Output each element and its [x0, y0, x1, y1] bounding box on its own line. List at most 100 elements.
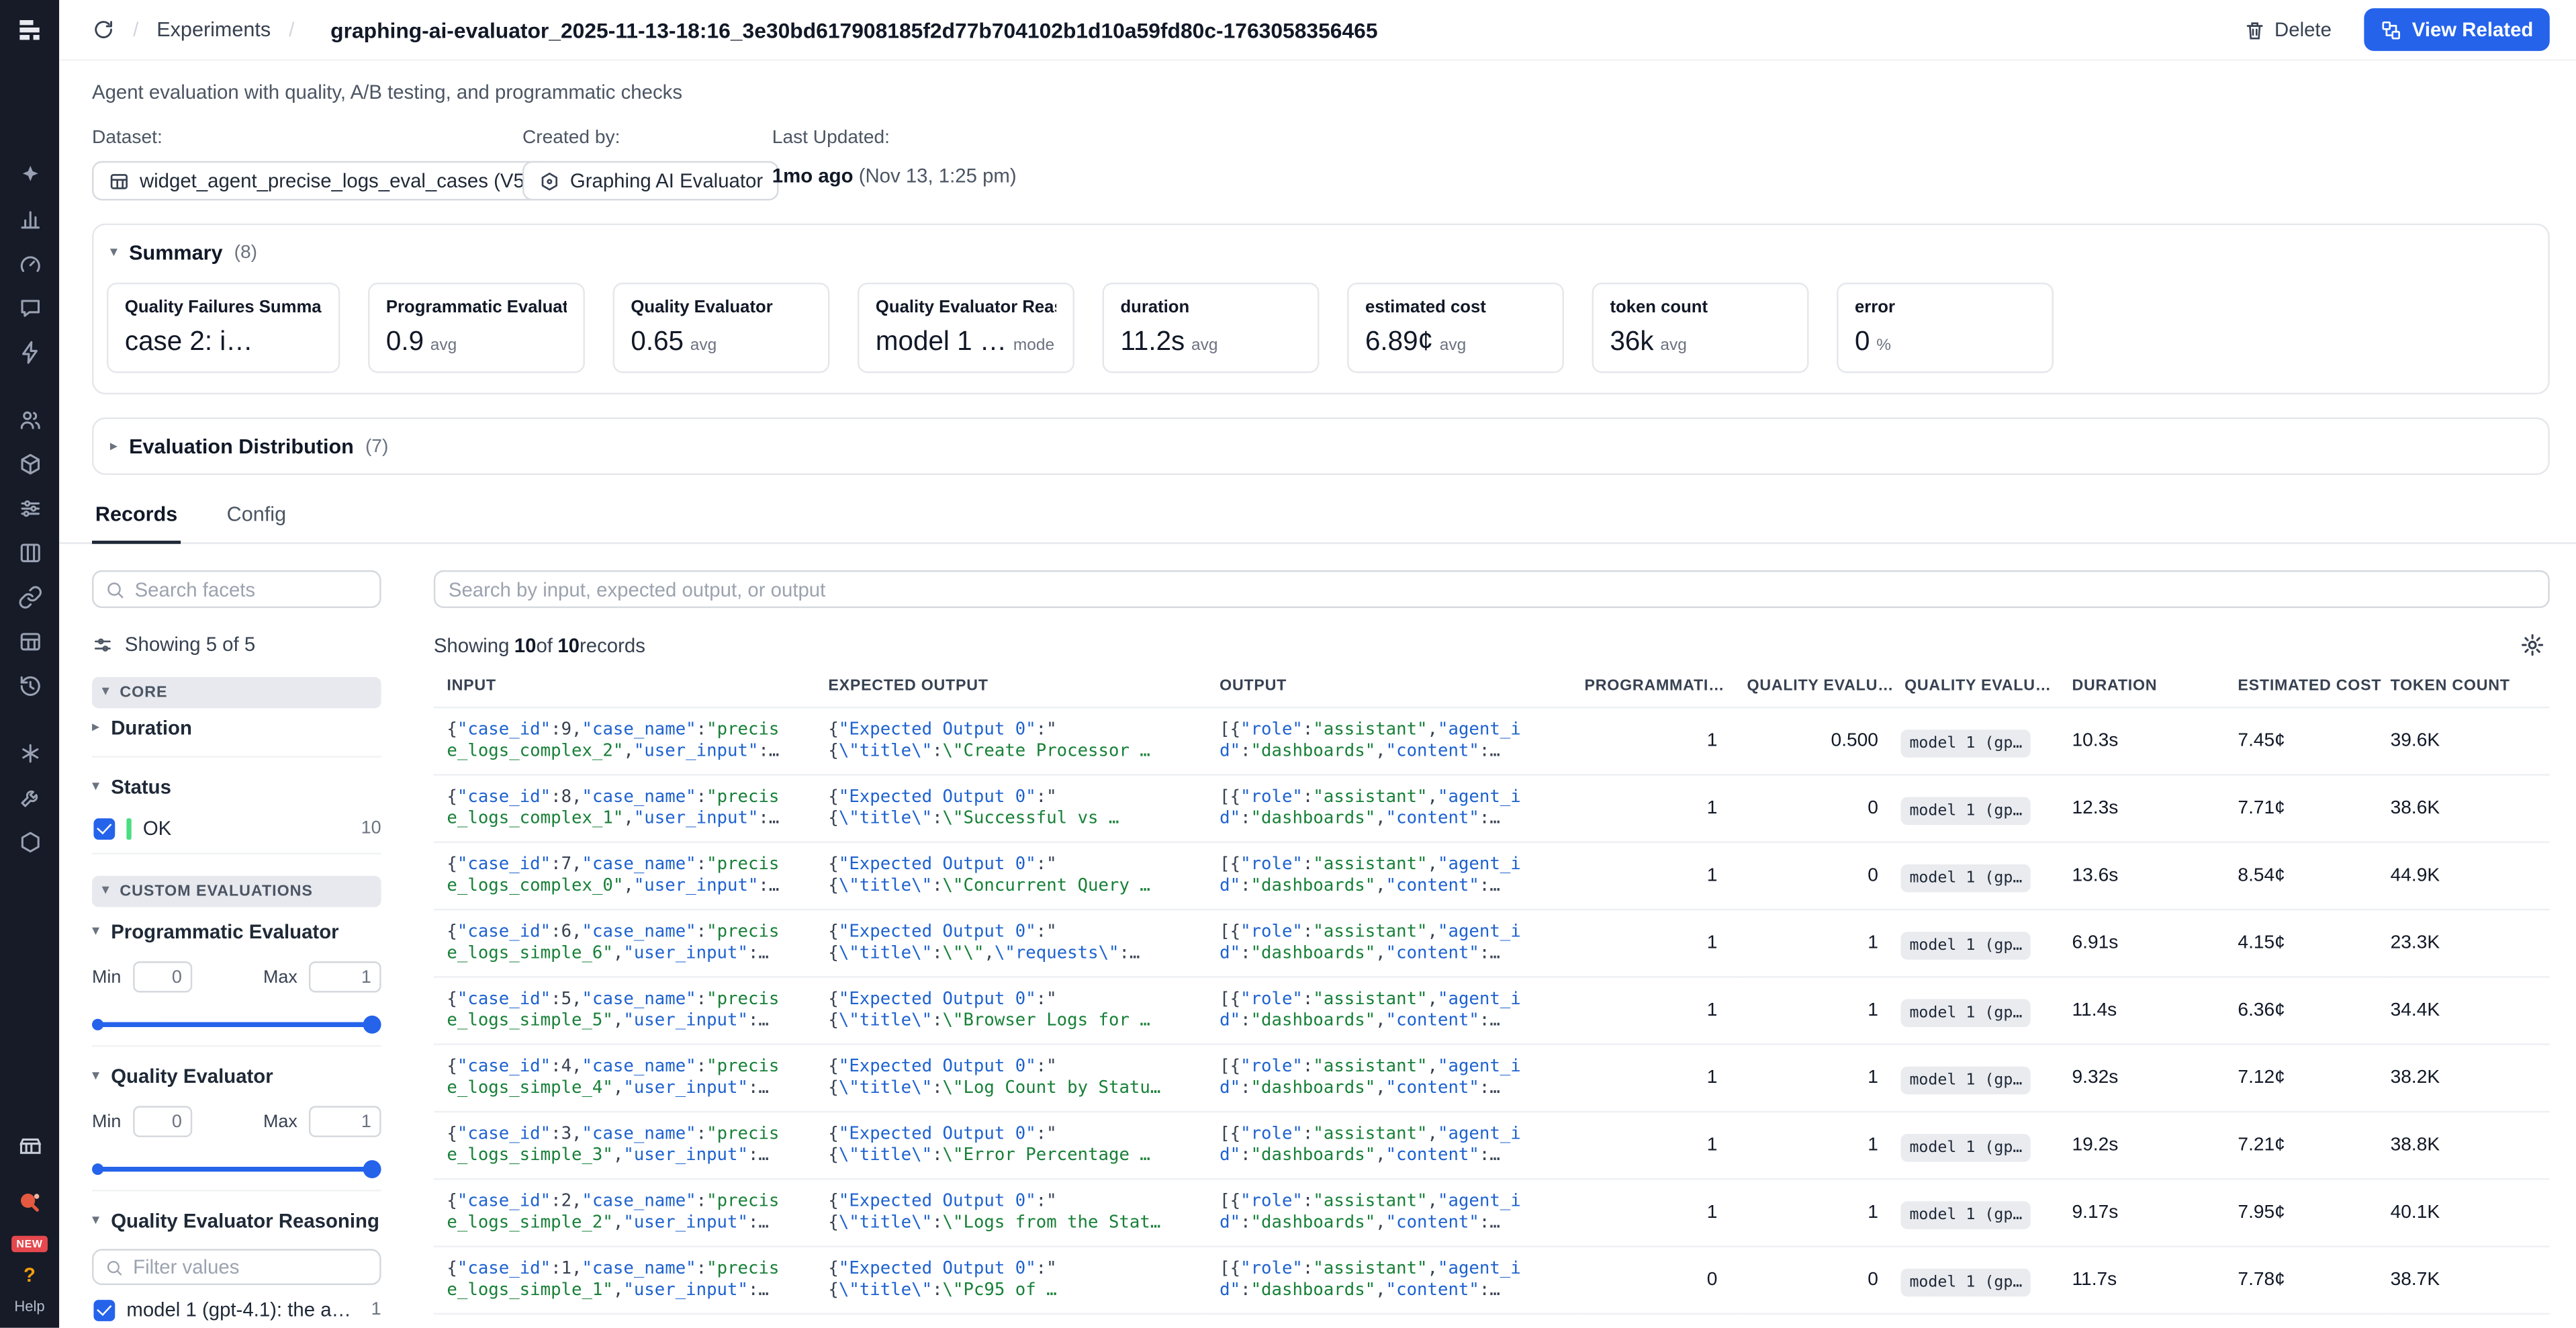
column-header-8[interactable]: ESTIMATED COST [2235, 670, 2387, 707]
gauge-icon[interactable] [0, 242, 59, 286]
slider-handle-max[interactable] [363, 1016, 381, 1034]
programmatic-min-input[interactable] [133, 961, 192, 992]
help-label[interactable]: Help [14, 1298, 44, 1315]
tab-config[interactable]: Config [224, 503, 289, 543]
help-icon[interactable]: ? [24, 1264, 36, 1286]
record-row[interactable]: {"case_id":1,"case_name":"precise_logs_s… [434, 1247, 2550, 1314]
users-icon[interactable] [0, 398, 59, 442]
column-header-1[interactable]: INPUT [434, 670, 815, 707]
reasoning-filter[interactable] [92, 1249, 381, 1285]
column-header-4[interactable]: PROGRAMMATI… [1581, 670, 1744, 707]
record-row[interactable]: {"case_id":2,"case_name":"precise_logs_s… [434, 1179, 2550, 1246]
cell-programmatic: 1 [1581, 1112, 1744, 1179]
snowflake-icon[interactable] [0, 732, 59, 776]
bolt-icon[interactable] [0, 330, 59, 375]
summary-card[interactable]: Programmatic Evaluator0.9avg [368, 283, 585, 373]
quality-max-input[interactable] [309, 1106, 381, 1137]
created-by-chip[interactable]: Graphing AI Evaluator [522, 161, 780, 201]
refresh-icon[interactable] [92, 18, 115, 41]
facet-section-core[interactable]: CORE [92, 677, 381, 708]
table-body: {"case_id":9,"case_name":"precise_logs_c… [434, 707, 2550, 1328]
record-row[interactable]: {"case_id":5,"case_name":"precise_logs_s… [434, 977, 2550, 1044]
record-row[interactable]: {"case_id":8,"case_name":"precise_logs_c… [434, 774, 2550, 842]
records-search-input[interactable] [447, 578, 2536, 601]
chevron-down-icon [92, 1214, 99, 1229]
cell-duration: 10.3s [2069, 707, 2235, 774]
records-search[interactable] [434, 570, 2550, 608]
summary-card[interactable]: error0% [1837, 283, 2054, 373]
app-logo[interactable] [14, 15, 45, 46]
checkbox-checked[interactable] [93, 817, 115, 839]
quality-min-input[interactable] [133, 1106, 192, 1137]
reasoning-pill: model 1 (gp… [1901, 864, 2030, 892]
slider-handle-max[interactable] [363, 1160, 381, 1178]
distribution-panel-header[interactable]: Evaluation Distribution (7) [93, 419, 2548, 474]
history-icon[interactable] [0, 664, 59, 708]
record-row[interactable]: {"case_id":6,"case_name":"precise_logs_s… [434, 910, 2550, 977]
column-header-6[interactable]: QUALITY EVALU… [1901, 670, 2068, 707]
cell-programmatic: 1 [1581, 842, 1744, 910]
checkbox-checked[interactable] [93, 1299, 115, 1321]
summary-card-value: 0.65 [631, 327, 684, 358]
chat-icon[interactable] [0, 286, 59, 330]
column-header-7[interactable]: DURATION [2069, 670, 2235, 707]
tab-records[interactable]: Records [92, 503, 181, 544]
board-icon[interactable] [0, 531, 59, 575]
container-icon[interactable] [0, 1124, 59, 1168]
facet-status-ok[interactable]: OK 10 [92, 812, 381, 855]
facet-search[interactable] [92, 570, 381, 608]
facet-quality-evaluator[interactable]: Quality Evaluator [92, 1052, 381, 1101]
paddle-icon[interactable] [0, 1180, 59, 1225]
breadcrumb-experiments[interactable]: Experiments [156, 18, 271, 41]
slider-handle-min[interactable] [92, 1019, 103, 1030]
link-icon[interactable] [0, 575, 59, 619]
column-header-3[interactable]: OUTPUT [1207, 670, 1581, 707]
cell-expected: {"Expected Output 0":" {\"title\":\"… [815, 1314, 1207, 1328]
facet-reasoning-item[interactable]: model 1 (gpt-4.1): the agen… 1 [92, 1288, 381, 1328]
cell-programmatic: 1 [1581, 774, 1744, 842]
tool-icon[interactable] [0, 776, 59, 820]
sliders-icon[interactable] [0, 486, 59, 531]
summary-card-suffix: avg [1191, 337, 1217, 355]
column-header-2[interactable]: EXPECTED OUTPUT [815, 670, 1207, 707]
facet-section-custom[interactable]: CUSTOM EVALUATIONS [92, 876, 381, 907]
cell-input: {"case_id":8,"case_name":"precise_logs_c… [434, 774, 815, 842]
gear-icon[interactable] [2520, 633, 2545, 658]
facet-search-input[interactable] [135, 578, 368, 601]
summary-card[interactable]: Quality Evaluator Reaso…model 1 …mode [858, 283, 1074, 373]
table-icon[interactable] [0, 619, 59, 664]
record-row[interactable]: {"case_id":7,"case_name":"precise_logs_c… [434, 842, 2550, 910]
summary-card-value: 6.89¢ [1365, 327, 1433, 358]
bar-chart-icon[interactable] [0, 197, 59, 242]
record-row[interactable]: {"case_id":3,"case_name":"precise_logs_s… [434, 1112, 2550, 1179]
column-header-5[interactable]: QUALITY EVALU… [1744, 670, 1902, 707]
summary-card[interactable]: duration11.2savg [1103, 283, 1320, 373]
package-icon[interactable] [0, 442, 59, 486]
view-related-button[interactable]: View Related [2364, 8, 2550, 51]
summary-card[interactable]: Quality Failures Summarycase 2: i… [107, 283, 340, 373]
facet-duration[interactable]: Duration [92, 708, 381, 757]
cell-programmatic: 1 [1581, 977, 1744, 1044]
delete-button[interactable]: Delete [2244, 18, 2332, 41]
column-header-9[interactable]: TOKEN COUNT [2387, 670, 2550, 707]
sparkles-icon[interactable] [0, 153, 59, 197]
reasoning-filter-input[interactable] [133, 1255, 368, 1278]
record-row[interactable]: {"case_id":4,"case_name":"precise_logs_s… [434, 1045, 2550, 1112]
record-row[interactable]: {"case_id":0,"case_name":"precise_logs_s… [434, 1314, 2550, 1328]
hexagon-icon[interactable] [0, 820, 59, 865]
summary-card[interactable]: Quality Evaluator0.65avg [613, 283, 830, 373]
summary-card[interactable]: token count36kavg [1592, 283, 1809, 373]
slider-handle-min[interactable] [92, 1163, 103, 1175]
facet-status[interactable]: Status [92, 762, 381, 811]
summary-panel-header[interactable]: Summary (8) [93, 225, 2548, 279]
dataset-chip[interactable]: widget_agent_precise_logs_eval_cases (V5… [92, 161, 547, 201]
programmatic-range-slider[interactable] [92, 1004, 381, 1047]
summary-card[interactable]: estimated cost6.89¢avg [1347, 283, 1564, 373]
created-by-label: Created by: [522, 128, 772, 148]
record-row[interactable]: {"case_id":9,"case_name":"precise_logs_c… [434, 707, 2550, 774]
facet-quality-reasoning[interactable]: Quality Evaluator Reasoning [92, 1196, 381, 1245]
programmatic-max-input[interactable] [309, 961, 381, 992]
facet-programmatic-evaluator[interactable]: Programmatic Evaluator [92, 907, 381, 956]
quality-range-slider[interactable] [92, 1149, 381, 1192]
chevron-right-icon [110, 439, 118, 454]
